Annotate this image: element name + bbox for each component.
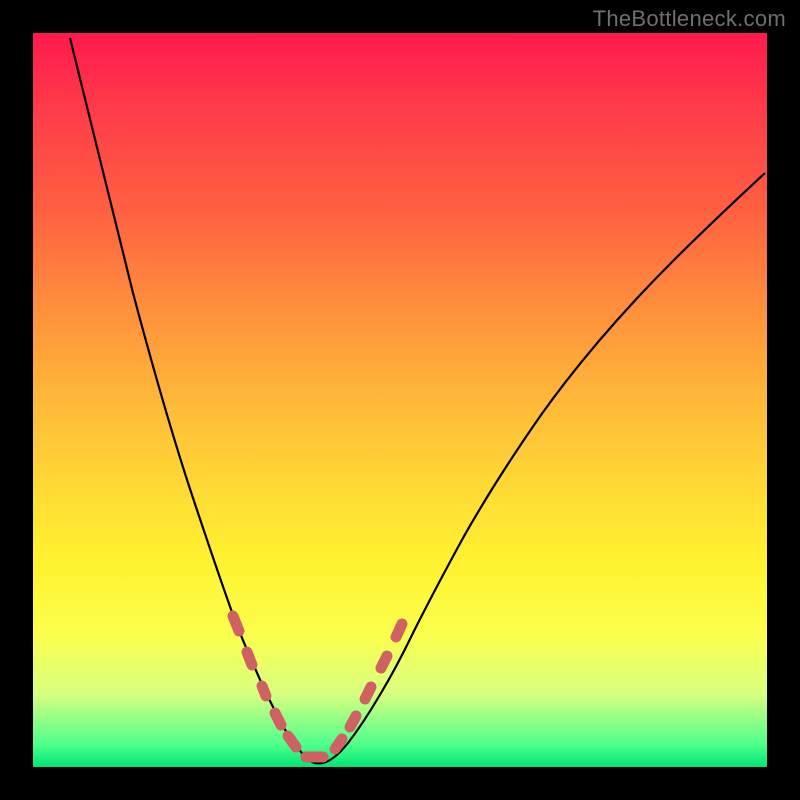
chart-svg <box>33 33 767 767</box>
dots-right-branch <box>350 624 402 727</box>
chart-frame: TheBottleneck.com <box>0 0 800 800</box>
plot-area <box>33 33 767 767</box>
watermark-text: TheBottleneck.com <box>593 6 786 32</box>
dots-bottom <box>288 736 342 757</box>
bottleneck-curve <box>70 38 765 763</box>
